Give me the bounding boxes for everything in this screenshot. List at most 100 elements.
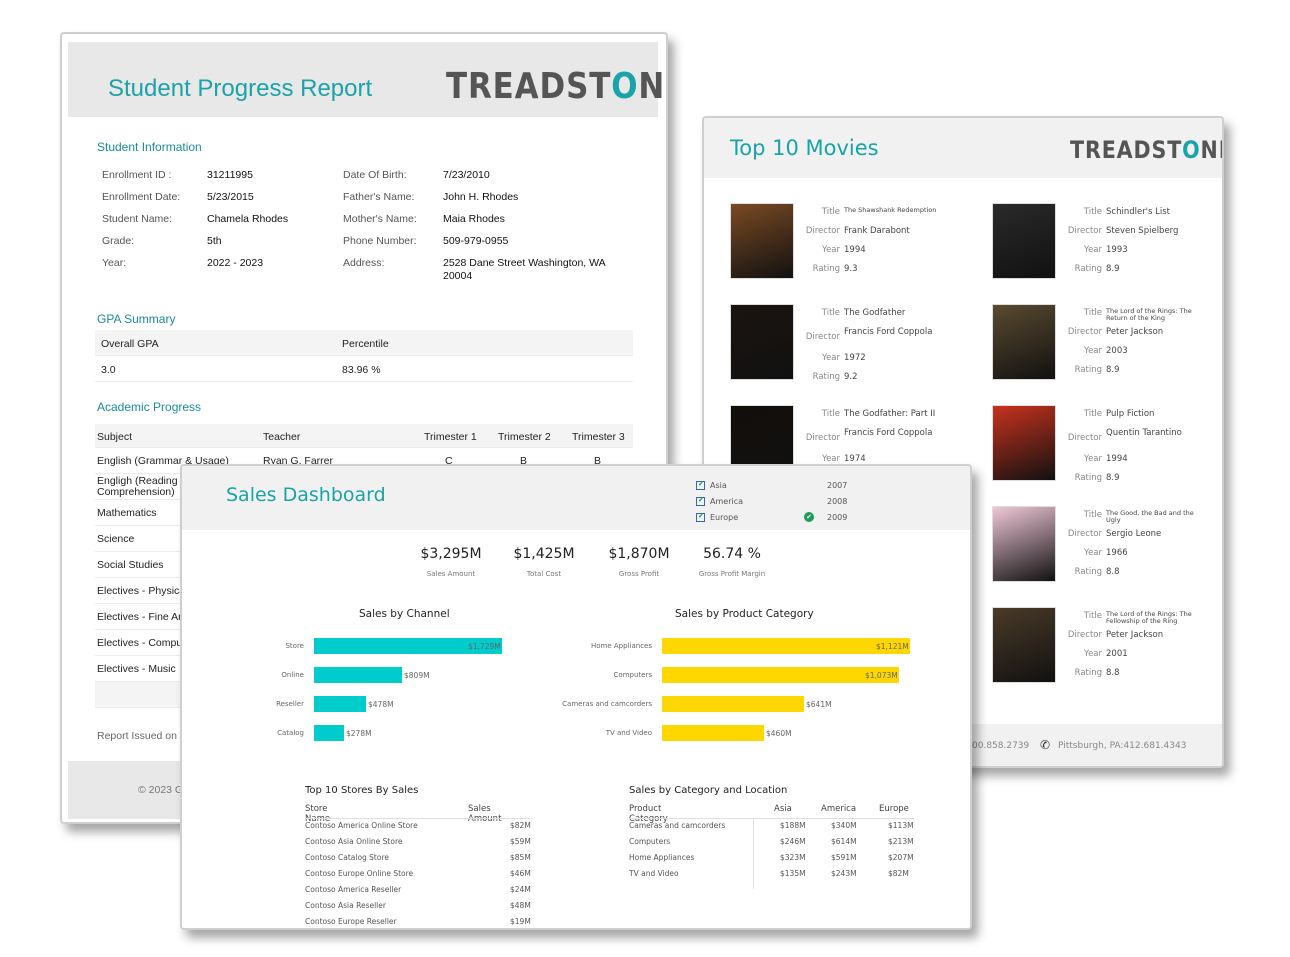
treadstone-logo: TREADSTONE [1070, 136, 1222, 164]
kpi-label: Gross Profit Margin [698, 570, 766, 578]
percentile-value: 83.96 % [342, 364, 381, 376]
bar-category-label: Reseller [276, 700, 304, 708]
info-label: Phone Number: [343, 235, 417, 247]
report-header: Student Progress Report TREADSTONE [68, 42, 666, 117]
field-label: Year [1084, 245, 1102, 255]
bar[interactable] [662, 638, 910, 654]
field-label: Rating [1074, 567, 1102, 577]
bar-category-label: Online [281, 671, 304, 679]
amount-cell: $340M [831, 821, 857, 830]
checkbox-checked-icon[interactable] [696, 480, 705, 490]
kpi-card: $1,425M Total Cost [489, 546, 599, 578]
movie-poster[interactable] [992, 405, 1056, 481]
check-circle-icon: ✔ [804, 512, 814, 522]
column-header: Trimester 1 [424, 431, 477, 443]
kpi-label: Total Cost [526, 570, 562, 578]
field-value-director: Steven Spielberg [1106, 226, 1179, 236]
kpi-card: 56.74 % Gross Profit Margin [677, 546, 787, 578]
dashboard-title: Sales Dashboard [226, 484, 386, 506]
overall-gpa-value: 3.0 [101, 364, 116, 376]
movies-title: Top 10 Movies [730, 136, 879, 160]
treadstone-logo: TREADSTONE [446, 66, 666, 107]
info-label: Father's Name: [343, 191, 415, 203]
bar[interactable] [662, 667, 899, 683]
filter-label: America [710, 497, 743, 506]
field-value-director: Frank Darabont [844, 226, 910, 236]
movie-item[interactable]: Title The Shawshank Redemption Director Fra… [730, 203, 970, 293]
movie-item[interactable]: Title The Lord of the Rings: The Return o… [992, 304, 1222, 394]
movie-item[interactable]: Title The Godfather Director Francis Ford C… [730, 304, 970, 394]
field-label: Director [805, 226, 840, 236]
movie-poster[interactable] [730, 203, 794, 279]
bar[interactable] [314, 667, 402, 683]
movie-poster[interactable] [730, 304, 794, 380]
amount-cell: $113M [888, 821, 914, 830]
category-cell: Computers [629, 837, 671, 846]
report-title: Student Progress Report [108, 75, 373, 102]
movie-item[interactable]: Title Schindler's List Director Steven Spie… [992, 203, 1222, 293]
logo-gem-icon: O [1182, 136, 1201, 164]
info-label: Student Name: [102, 213, 173, 225]
field-label: Rating [1074, 668, 1102, 678]
field-label: Rating [812, 264, 840, 274]
field-value-rating: 8.9 [1106, 365, 1120, 375]
bar-category-label: Store [285, 642, 304, 650]
info-label: Year: [102, 257, 127, 269]
column-header: Trimester 3 [572, 431, 625, 443]
movie-poster[interactable] [992, 506, 1056, 582]
info-label: Enrollment Date: [102, 191, 181, 203]
field-label: Title [1083, 207, 1102, 217]
movie-poster[interactable] [992, 607, 1056, 683]
movie-poster[interactable] [992, 304, 1056, 380]
movie-item[interactable]: Title The Lord of the Rings: The Fellowsh… [992, 607, 1222, 697]
bar[interactable] [662, 725, 764, 741]
store-name-cell: Contoso Europe Reseller [305, 917, 397, 926]
bar-category-label: TV and Video [605, 729, 652, 737]
field-value-director: Peter Jackson [1106, 630, 1164, 640]
field-label: Director [1067, 529, 1102, 539]
field-value-title: The Shawshank Redemption [844, 206, 937, 214]
info-value: Chamela Rhodes [207, 213, 289, 225]
field-value-director: Quentin Tarantino [1106, 428, 1182, 438]
field-value-title: Schindler's List [1106, 207, 1171, 217]
bar[interactable] [314, 696, 366, 712]
info-value-line2: 20004 [443, 270, 473, 282]
field-value-year: 2001 [1106, 649, 1128, 659]
year-filter[interactable]: 2007 [827, 481, 847, 490]
field-label: Rating [1074, 365, 1102, 375]
chart-title-category: Sales by Product Category [675, 608, 814, 620]
movie-item[interactable]: Title Pulp Fiction Director Quentin Taranti… [992, 405, 1222, 495]
amount-cell: $82M [888, 869, 909, 878]
bar[interactable] [662, 696, 804, 712]
field-value-rating: 9.2 [844, 372, 858, 382]
field-value-rating: 8.9 [1106, 264, 1120, 274]
amount-cell: $614M [831, 837, 857, 846]
sales-amount-cell: $85M [510, 853, 531, 862]
field-label: Director [1067, 226, 1102, 236]
field-label: Title [1083, 510, 1102, 520]
field-label: Director [805, 433, 840, 443]
header-divider [305, 818, 530, 819]
field-label: Year [1084, 346, 1102, 356]
movie-item[interactable]: Title The Good, the Bad and the Ugly Direc… [992, 506, 1222, 596]
checkbox-checked-icon[interactable] [696, 496, 705, 506]
field-label: Title [821, 207, 840, 217]
year-filter[interactable]: 2009 [827, 513, 847, 522]
bar[interactable] [314, 725, 344, 741]
field-value-director: Francis Ford Coppola [844, 327, 933, 337]
field-label: Title [1083, 308, 1102, 318]
amount-cell: $213M [888, 837, 914, 846]
gpa-header-row: Overall GPA Percentile [95, 330, 633, 356]
field-value-rating: 8.9 [1106, 473, 1120, 483]
field-label: Director [1067, 327, 1102, 337]
store-name-cell: Contoso America Reseller [305, 885, 402, 894]
field-value-title: The Godfather: Part II [844, 409, 936, 419]
bar-category-label: Catalog [277, 729, 304, 737]
checkbox-checked-icon[interactable] [696, 512, 705, 522]
info-value: 7/23/2010 [443, 169, 490, 181]
report-issued-date: Report Issued on ( [97, 730, 184, 742]
sales-amount-cell: $19M [510, 917, 531, 926]
year-filter[interactable]: 2008 [827, 497, 847, 506]
movie-poster[interactable] [992, 203, 1056, 279]
store-name-cell: Contoso Asia Online Store [305, 837, 403, 846]
